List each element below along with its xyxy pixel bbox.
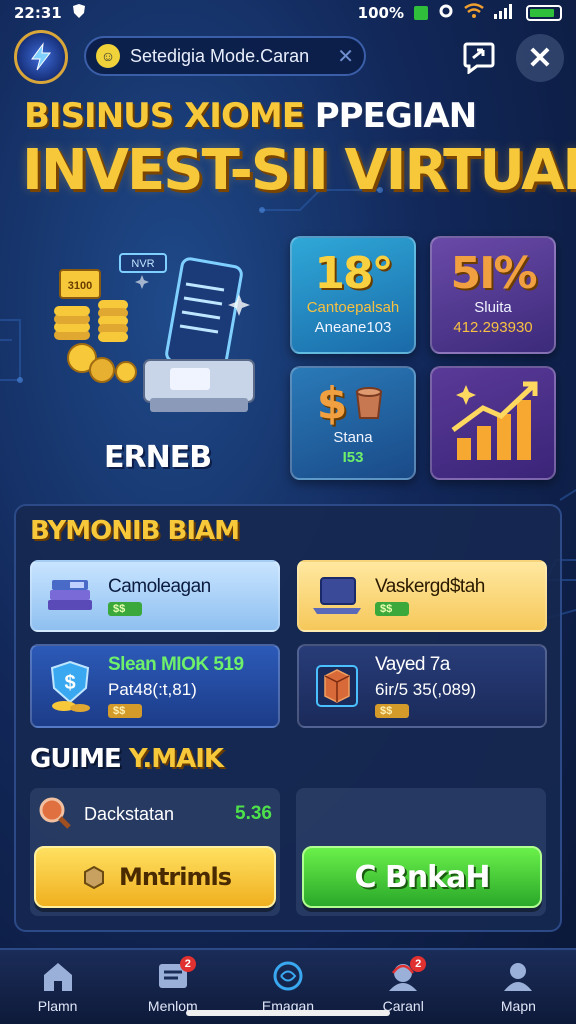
section-title-1: BYMONIB BIAM (30, 516, 240, 546)
screen-tag: NVR (119, 253, 167, 273)
stat-tile-2[interactable]: 5I% Sluita 412.293930 (430, 236, 556, 354)
option-card-1[interactable]: Camoleagan $$ (30, 560, 280, 632)
gear-icon (438, 3, 454, 23)
growth-chart-icon (451, 381, 538, 460)
option-card-4[interactable]: Vayed 7a 6ir/5 35(,089) $$ (297, 644, 547, 728)
stat-tile-4[interactable] (430, 366, 556, 480)
share-button[interactable] (458, 38, 500, 76)
cup-icon (356, 387, 383, 419)
tile-value: $ (292, 380, 414, 428)
price-chip: $$ (375, 602, 409, 616)
nav-item-profile[interactable]: Mapn (461, 950, 576, 1024)
network-text: 100% (357, 4, 404, 22)
card-title: Vayed 7a (375, 654, 450, 675)
globe-icon (269, 958, 307, 994)
notification-icon (414, 6, 428, 20)
price-chip: $$ (108, 602, 142, 616)
tile-sublabel: 412.293930 (453, 319, 533, 336)
page-subtitle: BISINUS XIOME PPEGIAN (24, 96, 564, 136)
coin-stack-icon (54, 300, 128, 342)
stat-tile-1[interactable]: 18° Cantoepalsah Aneane103 (290, 236, 416, 354)
notification-badge: 2 (179, 956, 196, 972)
svg-text:$: $ (64, 672, 75, 694)
price-chip: $$ (108, 704, 142, 718)
hero-label: ERNEB (104, 440, 212, 475)
cube-icon (83, 865, 104, 890)
section-title-rest: BIAM (167, 516, 240, 546)
tile-label: Cantoepalsah (306, 299, 400, 316)
price-chip: $$ (375, 704, 409, 718)
mode-selector[interactable]: ☺ Setedigia Mode.Caran ✕ (84, 36, 366, 76)
stat-tile-3[interactable]: $ Stana I53 (290, 366, 416, 480)
option-card-3[interactable]: $ Slean MIOK 519 Pat48(:t,81) $$ (30, 644, 280, 728)
section-title-gold: BYMONIB (30, 516, 160, 546)
option-card-2[interactable]: Vaskergd$tah $$ (297, 560, 547, 632)
tile-sublabel: I53 (342, 449, 364, 466)
laptop-icon (309, 568, 365, 624)
mode-clear-icon[interactable]: ✕ (337, 44, 354, 69)
tile-value: 18° (314, 248, 393, 299)
signal-icon (494, 3, 516, 23)
money-sign-board: 3100 (59, 269, 101, 299)
share-icon (463, 42, 495, 74)
subtitle-gold: BISINUS XIOME (24, 96, 305, 136)
game-value: 5.36 (235, 803, 272, 824)
tile-value: 5I% (450, 248, 537, 299)
dollar-sign: $ (316, 378, 348, 429)
card-title: Vaskergd$tah (375, 576, 485, 597)
primary-action-label: Mntrimls (118, 863, 232, 891)
secondary-action-label: C BnkaH (354, 859, 491, 895)
section-title-gold: Y.MAIK (128, 744, 224, 774)
lightning-icon (31, 42, 52, 71)
page-title: INVEST-SII VIRTUAL (22, 138, 576, 203)
cube-box-icon (309, 658, 365, 714)
support-icon: 2 (384, 956, 427, 994)
dollar-shield-icon: $ (42, 658, 98, 714)
home-icon (39, 958, 77, 994)
shield-icon (72, 3, 86, 23)
notification-badge: 2 (410, 956, 427, 972)
section-title-2: GUIME Y.MAIK (30, 744, 224, 774)
gold-coin-icon (67, 343, 137, 383)
card-subtitle: 6ir/5 35(,089) (375, 680, 477, 699)
tablet-icon (165, 257, 243, 371)
svg-text:NVR: NVR (131, 258, 154, 270)
battery-icon (526, 5, 562, 21)
smile-icon: ☺ (96, 44, 120, 68)
nav-item-home[interactable]: Plamn (0, 950, 115, 1024)
nav-label: Plamn (37, 998, 78, 1014)
svg-text:3100: 3100 (68, 280, 92, 292)
tile-label: Stana (333, 429, 373, 446)
subtitle-white: PPEGIAN (314, 96, 477, 136)
close-button[interactable]: ✕ (516, 34, 564, 82)
secondary-action-button[interactable]: C BnkaH (302, 846, 542, 908)
primary-action-button[interactable]: Mntrimls (34, 846, 276, 908)
magnifier-icon (36, 794, 72, 835)
game-row[interactable]: Dackstatan 5.36 (36, 794, 272, 834)
nav-label: Mapn (500, 998, 536, 1014)
status-bar: 22:31 100% (0, 0, 576, 26)
card-subtitle: Pat48(:t,81) (108, 680, 197, 699)
mode-text: Setedigia Mode.Caran (130, 45, 310, 66)
wifi-icon (464, 3, 484, 23)
tile-sublabel: Aneane103 (314, 319, 392, 336)
hero-illustration: 3100 NVR (54, 253, 255, 412)
card-title: Slean MIOK 519 (108, 654, 244, 675)
home-indicator[interactable] (186, 1010, 390, 1016)
profile-icon (499, 958, 537, 994)
section-title-white: GUIME (30, 744, 122, 774)
books-icon (42, 568, 98, 624)
top-bar: ☺ Setedigia Mode.Caran ✕ ✕ (0, 28, 576, 86)
card-title: Camoleagan (108, 576, 211, 597)
cash-register-icon (143, 359, 255, 412)
inbox-icon: 2 (154, 956, 196, 994)
tile-label: Sluita (474, 299, 512, 316)
game-name: Dackstatan (84, 803, 175, 824)
status-time: 22:31 (14, 4, 62, 22)
avatar[interactable] (14, 30, 68, 84)
